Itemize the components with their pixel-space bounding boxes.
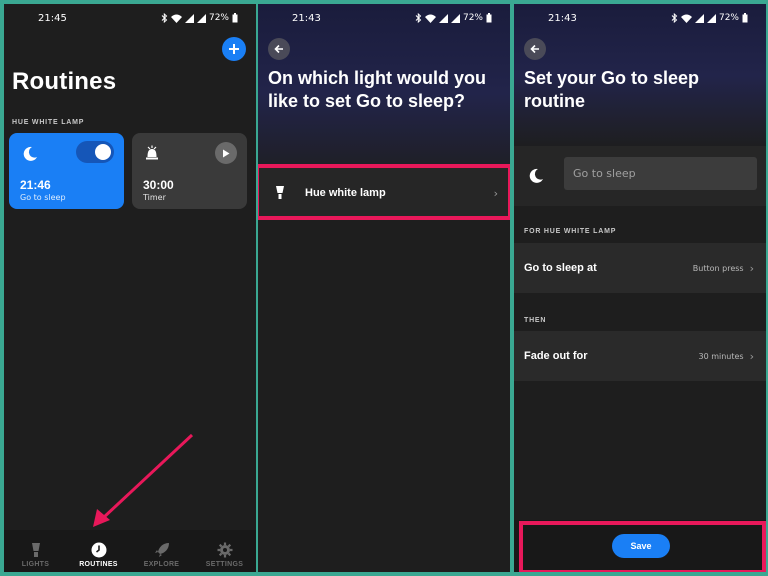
svg-text:z: z bbox=[30, 150, 33, 156]
timer-name: Timer bbox=[143, 193, 166, 202]
page-title: Set your Go to sleep routine bbox=[524, 68, 700, 111]
nav-routines[interactable]: ROUTINES bbox=[69, 542, 129, 568]
battery-icon bbox=[232, 13, 238, 23]
signal-icon bbox=[438, 13, 448, 23]
battery-percent: 72% bbox=[718, 13, 739, 23]
wifi-icon bbox=[680, 14, 692, 23]
timer-time: 30:00 bbox=[143, 178, 174, 192]
status-bar: 21:43 72% bbox=[258, 4, 510, 32]
play-icon bbox=[223, 149, 230, 157]
routine-name: Go to sleep bbox=[20, 193, 66, 202]
status-time: 21:43 bbox=[548, 12, 577, 24]
fade-out-row[interactable]: Fade out for 30 minutes › bbox=[514, 331, 766, 381]
routine-toggle[interactable] bbox=[76, 141, 114, 163]
moon-zz-icon: z bbox=[23, 146, 37, 161]
moon-zz-icon: z bbox=[529, 168, 543, 183]
arrow-left-icon bbox=[530, 44, 539, 54]
battery-percent: 72% bbox=[208, 13, 229, 23]
nav-lights[interactable]: LIGHTS bbox=[6, 542, 66, 568]
play-timer-button[interactable] bbox=[215, 142, 237, 164]
plus-icon bbox=[229, 44, 239, 54]
battery-percent: 72% bbox=[462, 13, 483, 23]
section-label: HUE WHITE LAMP bbox=[12, 119, 85, 126]
section-label-for-lamp: FOR HUE WHITE LAMP bbox=[524, 228, 617, 235]
battery-icon bbox=[486, 13, 492, 23]
rocket-icon bbox=[154, 543, 169, 557]
routine-card-timer[interactable]: 30:00 Timer bbox=[132, 133, 247, 209]
wifi-icon bbox=[424, 14, 436, 23]
routine-name-input[interactable] bbox=[564, 157, 757, 190]
routine-card-go-to-sleep[interactable]: z 21:46 Go to sleep bbox=[9, 133, 124, 209]
page-title: On which light would you like to set Go … bbox=[268, 68, 486, 111]
status-time: 21:45 bbox=[38, 12, 67, 24]
light-option-hue-white-lamp[interactable]: Hue white lamp › bbox=[258, 168, 510, 218]
svg-text:z: z bbox=[536, 172, 539, 178]
signal-icon-2 bbox=[706, 13, 716, 23]
go-to-sleep-at-row[interactable]: Go to sleep at Button press › bbox=[514, 243, 766, 293]
signal-icon bbox=[694, 13, 704, 23]
wifi-icon bbox=[170, 14, 182, 23]
status-time: 21:43 bbox=[292, 12, 321, 24]
back-button[interactable] bbox=[524, 38, 546, 60]
section-label-then: THEN bbox=[524, 317, 547, 324]
chevron-right-icon: › bbox=[749, 261, 754, 275]
routines-screen: 21:45 72% Routines HUE WHITE LAMP z 21:4… bbox=[4, 4, 256, 572]
status-bar: 21:45 72% bbox=[4, 4, 256, 32]
nav-explore[interactable]: EXPLORE bbox=[132, 542, 192, 568]
gear-icon bbox=[217, 542, 232, 558]
bluetooth-icon bbox=[415, 13, 422, 23]
routine-setup-screen: 21:43 72% Set your Go to sleep routine z… bbox=[514, 4, 766, 572]
signal-icon-2 bbox=[196, 13, 206, 23]
nav-settings[interactable]: SETTINGS bbox=[195, 542, 255, 568]
chevron-right-icon: › bbox=[493, 186, 498, 200]
clock-icon bbox=[91, 542, 106, 558]
bulb-icon bbox=[31, 543, 40, 557]
page-title: Routines bbox=[12, 68, 117, 95]
chevron-right-icon: › bbox=[749, 349, 754, 363]
signal-icon-2 bbox=[450, 13, 460, 23]
back-button[interactable] bbox=[268, 38, 290, 60]
status-bar: 21:43 72% bbox=[514, 4, 766, 32]
bottom-nav: LIGHTS ROUTINES EXPLORE SETTINGS bbox=[4, 530, 256, 572]
bluetooth-icon bbox=[671, 13, 678, 23]
signal-icon bbox=[184, 13, 194, 23]
battery-icon bbox=[742, 13, 748, 23]
bluetooth-icon bbox=[161, 13, 168, 23]
routine-time: 21:46 bbox=[20, 178, 51, 192]
arrow-left-icon bbox=[274, 44, 283, 54]
add-routine-button[interactable] bbox=[222, 37, 246, 61]
select-light-screen: 21:43 72% On which light would you like … bbox=[258, 4, 510, 572]
bell-timer-icon bbox=[146, 145, 158, 160]
save-button[interactable]: Save bbox=[612, 534, 670, 558]
lamp-icon bbox=[276, 186, 284, 199]
